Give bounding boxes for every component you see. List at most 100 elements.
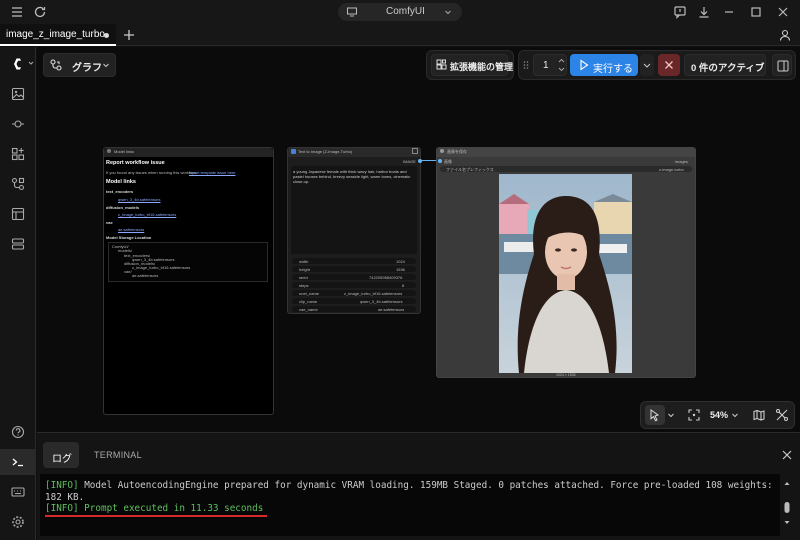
md-link[interactable]: qwen_3_4b.safetensors: [118, 197, 160, 202]
select-tool-button[interactable]: [645, 405, 665, 425]
open-subgraph-icon[interactable]: [412, 148, 418, 154]
drag-handle-icon[interactable]: [523, 59, 529, 71]
steps-widget[interactable]: [292, 282, 416, 288]
widget-value: ae.safetensors: [378, 307, 405, 312]
tree-line: ae.safetensors: [132, 273, 159, 278]
output-label: images: [675, 159, 688, 164]
input-label: 画像: [444, 159, 452, 164]
chevron-down-icon[interactable]: [667, 411, 675, 419]
run-options-button[interactable]: [640, 54, 654, 76]
app-title: ComfyUI: [386, 6, 425, 17]
md-text: If you found any issues when running thi…: [106, 170, 197, 175]
node-title: 画像を保存: [447, 149, 467, 154]
widget-value: 8: [402, 283, 405, 288]
widget-label: width: [299, 259, 309, 264]
image-size-label: 1024 × 1536: [556, 373, 576, 377]
comfy-logo-icon[interactable]: [10, 56, 34, 72]
md-heading: Report workflow issue: [106, 160, 165, 166]
batch-count-value: 1: [543, 60, 549, 71]
unsaved-dot-icon: [104, 33, 109, 38]
generated-image-preview[interactable]: [499, 174, 632, 373]
log-text: Model AutoencodingEngine prepared for dy…: [78, 480, 773, 491]
md-heading: Model links: [106, 179, 136, 185]
highlight-underline: [45, 515, 267, 517]
models-icon[interactable]: [10, 116, 26, 132]
collapse-dot-icon[interactable]: [107, 149, 111, 153]
output-label: IMAGE: [403, 159, 416, 164]
queue-label: 0 件のアクティブ: [691, 63, 765, 74]
widget-label: clip_name: [299, 299, 318, 304]
close-window-icon[interactable]: [775, 4, 791, 20]
input-slot[interactable]: [438, 159, 442, 163]
tree-line: z_image_turbo_bf16.safetensors: [132, 265, 191, 270]
cancel-run-button[interactable]: [658, 54, 680, 76]
apps-icon[interactable]: [10, 236, 26, 252]
workflow-tab-label: image_z_image_turbo: [6, 29, 105, 40]
widget-value: z_image_turbo_bf16.safetensors: [344, 291, 403, 296]
md-link[interactable]: report template issue here: [189, 170, 235, 175]
terminal-icon[interactable]: [10, 454, 26, 470]
settings-icon[interactable]: [10, 514, 26, 530]
log-line: [INFO] Model AutoencodingEngine prepared…: [45, 480, 773, 492]
reload-icon[interactable]: [32, 4, 48, 20]
workflows-icon[interactable]: [10, 176, 26, 192]
minimize-icon[interactable]: [721, 4, 737, 20]
widget-label: unet_name: [299, 291, 320, 296]
extension-manager-label: 拡張機能の管理: [450, 62, 514, 72]
graph-label: グラフ: [72, 63, 102, 74]
widget-label: steps: [299, 283, 309, 288]
md-link[interactable]: z_image_turbo_bf16.safetensors: [118, 212, 176, 217]
right-panel-toggle[interactable]: [772, 54, 792, 76]
close-panel-icon[interactable]: [781, 449, 793, 461]
widget-value: 1536: [396, 267, 405, 272]
md-label: diffusion_models: [106, 205, 140, 210]
collapse-dot-icon[interactable]: [440, 149, 444, 153]
keyboard-icon[interactable]: [10, 484, 26, 500]
play-icon: [579, 59, 589, 71]
log-scrollbar[interactable]: [782, 480, 792, 526]
log-line: 182 KB.: [45, 491, 85, 503]
feedback-icon[interactable]: [672, 4, 688, 20]
nodes-library-icon[interactable]: [10, 146, 26, 162]
subgraph-icon: [291, 149, 296, 154]
fit-view-icon[interactable]: [687, 408, 701, 422]
md-label: vae: [106, 220, 113, 225]
graph-icon: [49, 58, 63, 72]
add-tab-icon[interactable]: [122, 28, 136, 42]
zoom-level[interactable]: 54%: [710, 410, 728, 420]
user-icon[interactable]: [778, 28, 792, 42]
log-line-success: [INFO] Prompt executed in 11.33 seconds: [45, 503, 264, 514]
widget-label: ファイル名プレフィックス: [446, 167, 494, 172]
minimap-icon[interactable]: [752, 408, 766, 422]
stepper-icon[interactable]: [558, 56, 565, 74]
tab-logs-label: ログ: [52, 454, 72, 465]
chevron-down-icon: [444, 8, 452, 16]
widget-value: 742205958409376: [369, 275, 403, 280]
run-label: 実行する: [593, 64, 633, 75]
node-header[interactable]: [437, 148, 695, 157]
md-link[interactable]: ae.safetensors: [118, 227, 144, 232]
help-icon[interactable]: [10, 424, 26, 440]
monitor-icon: [346, 6, 358, 18]
maximize-icon[interactable]: [748, 4, 764, 20]
link-visibility-icon[interactable]: [775, 408, 789, 422]
node-title: Model links: [114, 149, 135, 154]
md-label: text_encoders: [106, 189, 134, 194]
tab-terminal[interactable]: TERMINAL: [94, 450, 142, 460]
puzzle-icon: [436, 59, 447, 70]
widget-value: 1024: [396, 259, 405, 264]
md-label: Model Storage Location: [106, 235, 152, 240]
widget-label: seed: [299, 275, 308, 280]
chevron-down-icon[interactable]: [731, 411, 739, 419]
log-tag: [INFO]: [45, 480, 79, 491]
widget-value: qwen_3_4b.safetensors: [360, 299, 403, 304]
images-icon[interactable]: [10, 86, 26, 102]
tab-bar: [0, 24, 800, 46]
prompt-text: a young Japanese female with thick wavy …: [293, 169, 411, 184]
widget-label: height: [299, 267, 310, 272]
download-icon[interactable]: [696, 4, 712, 20]
templates-icon[interactable]: [10, 206, 26, 222]
widget-value: z-image-turbo: [659, 167, 684, 172]
menu-icon[interactable]: [9, 4, 25, 20]
chevron-down-icon: [102, 61, 110, 69]
